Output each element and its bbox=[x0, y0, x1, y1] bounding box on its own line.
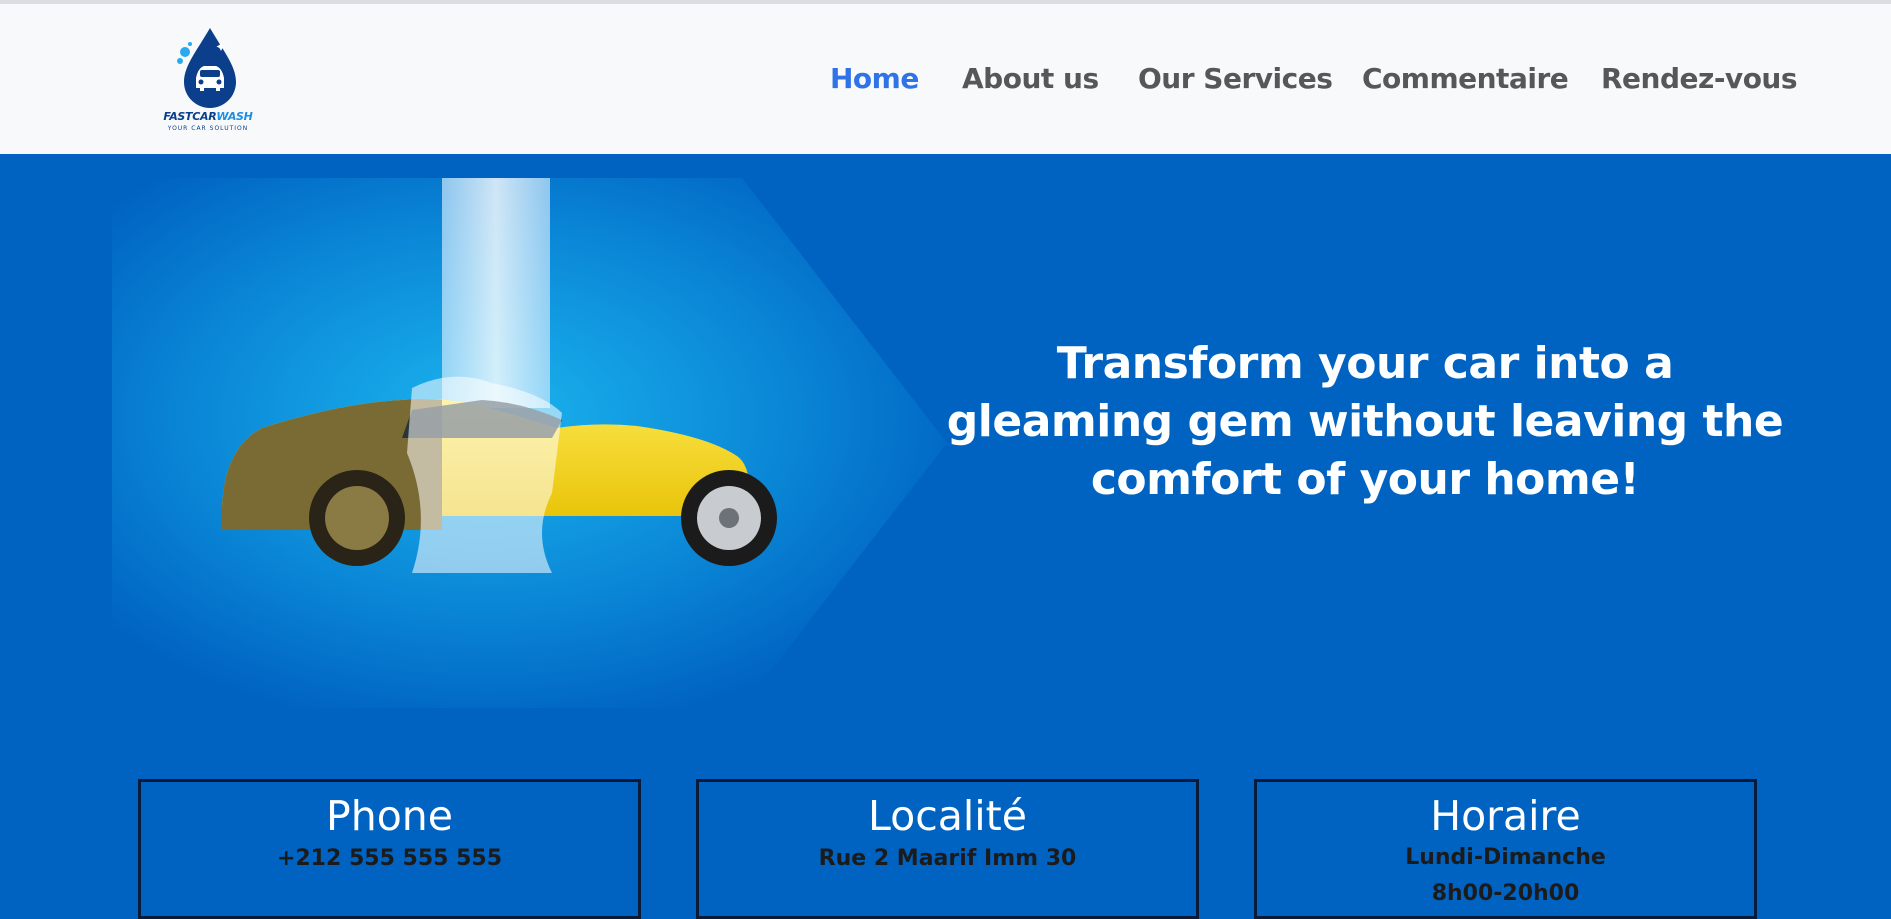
hero-headline: Transform your car into a gleaming gem w… bbox=[946, 338, 1784, 505]
water-drop-car-icon bbox=[177, 28, 236, 108]
nav-home[interactable]: Home bbox=[830, 62, 919, 95]
hero-car-wash-image bbox=[112, 178, 947, 708]
nav-commentaire[interactable]: Commentaire bbox=[1362, 62, 1569, 95]
brand-tagline: YOUR CAR SOLUTION bbox=[167, 125, 249, 132]
address: Rue 2 Maarif Imm 30 bbox=[818, 846, 1077, 871]
info-card-title: Phone bbox=[325, 792, 453, 840]
info-card-horaire: Horaire Lundi-Dimanche 8h00-20h00 bbox=[1254, 779, 1757, 919]
brand-name: FASTCARWASH bbox=[163, 110, 253, 123]
nav-our-services[interactable]: Our Services bbox=[1138, 62, 1333, 95]
nav-rendez-vous[interactable]: Rendez-vous bbox=[1601, 62, 1798, 95]
opening-days: Lundi-Dimanche bbox=[1405, 845, 1606, 870]
info-card-phone: Phone +212 555 555 555 bbox=[138, 779, 641, 919]
info-card-title: Localité bbox=[868, 792, 1027, 840]
phone-number: +212 555 555 555 bbox=[276, 846, 503, 871]
opening-hours: 8h00-20h00 bbox=[1431, 881, 1580, 906]
info-card-localite: Localité Rue 2 Maarif Imm 30 bbox=[696, 779, 1199, 919]
info-card-title: Horaire bbox=[1430, 792, 1581, 840]
navbar: FASTCARWASH YOUR CAR SOLUTION Home About… bbox=[0, 4, 1891, 154]
nav-about-us[interactable]: About us bbox=[962, 62, 1099, 95]
brand-logo[interactable]: FASTCARWASH YOUR CAR SOLUTION bbox=[158, 26, 258, 136]
